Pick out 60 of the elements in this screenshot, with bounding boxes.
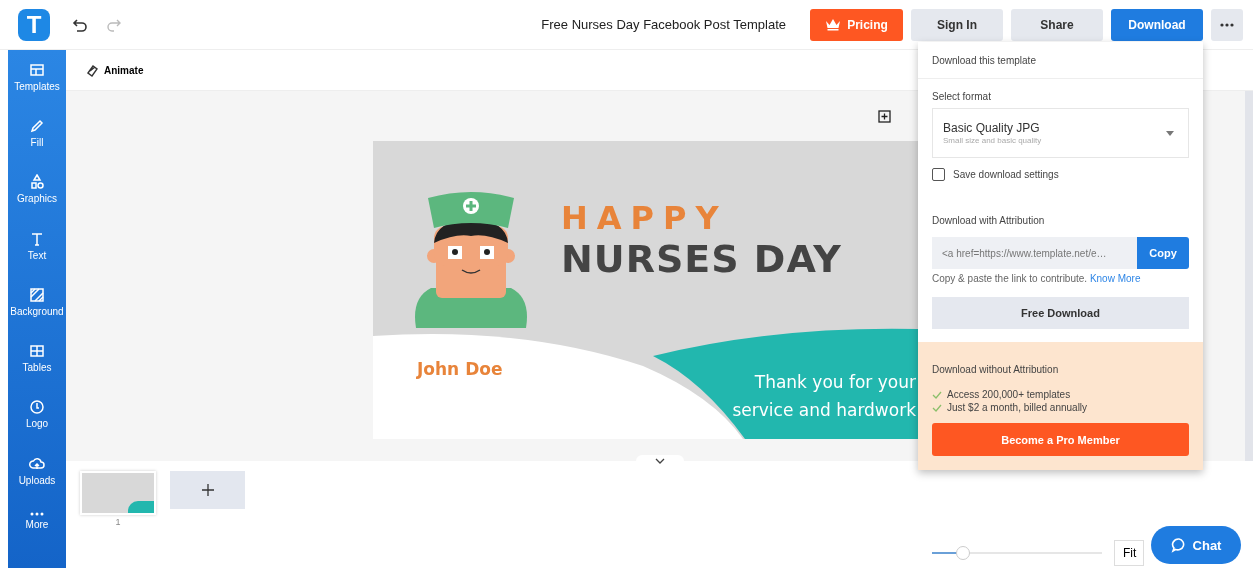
page-thumbnail[interactable] [80, 471, 156, 515]
more-icon [29, 511, 45, 516]
know-more-link[interactable]: Know More [1089, 273, 1141, 284]
design-canvas[interactable]: HAPPY NURSES DAY John Doe Thank you for your service and hardwork [373, 141, 918, 439]
dropdown-caret-icon [1166, 130, 1174, 136]
attribution-title: Download with Attribution [932, 215, 1046, 226]
undo-icon[interactable] [72, 16, 88, 33]
attribution-code-field[interactable]: <a href=https://www.template.net/e… [932, 237, 1137, 269]
more-button[interactable] [1211, 8, 1243, 41]
logo-icon [29, 399, 45, 416]
sidebar-item[interactable]: Templates [8, 62, 66, 119]
plus-icon [200, 483, 215, 497]
sidebar-item[interactable]: Uploads [8, 455, 66, 512]
more-icon [1220, 22, 1234, 27]
copy-button[interactable]: Copy [1137, 237, 1189, 269]
scrollbar[interactable] [1245, 91, 1253, 461]
save-settings-checkbox[interactable] [932, 168, 945, 181]
animate-icon [86, 63, 99, 77]
crown-icon [825, 18, 842, 31]
templates-icon [29, 62, 45, 78]
app-logo[interactable]: T [18, 8, 50, 41]
pricing-button[interactable]: Pricing [810, 8, 903, 41]
attribution-hint: Copy & paste the link to contribute. [932, 273, 1088, 284]
chevron-down-icon [655, 458, 665, 464]
sidebar-item[interactable]: Fill [8, 118, 66, 175]
fit-button[interactable]: Fit [1114, 540, 1144, 566]
pro-title: Download without Attribution [932, 364, 1060, 375]
sidebar-item[interactable]: Tables [8, 343, 66, 400]
format-dropdown[interactable]: Basic Quality JPG Small size and basic quality [932, 108, 1189, 158]
design-message-line[interactable]: Thank you for your [754, 368, 916, 396]
sidebar-item[interactable]: Graphics [8, 174, 66, 231]
add-square-icon[interactable] [878, 110, 891, 123]
pencil-icon [29, 118, 45, 135]
share-button[interactable]: Share [1011, 8, 1103, 41]
panel-title: Download this template [918, 42, 1203, 79]
design-message-line[interactable]: service and hardwork [732, 396, 916, 424]
chat-bubble-icon [1170, 537, 1187, 553]
background-icon [29, 286, 45, 303]
format-label: Select format [932, 91, 992, 102]
text-icon [29, 230, 45, 247]
chat-button[interactable]: Chat [1151, 526, 1241, 564]
sign-in-button[interactable]: Sign In [911, 8, 1003, 41]
benefit-text: Access 200,000+ templates [947, 389, 1071, 400]
download-button[interactable]: Download [1111, 8, 1203, 41]
become-pro-button[interactable]: Become a Pro Member [932, 423, 1189, 456]
table-icon [29, 343, 45, 360]
sidebar-item[interactable]: Text [8, 230, 66, 287]
upload-cloud-icon [29, 455, 45, 472]
free-download-button[interactable]: Free Download [932, 297, 1189, 329]
sidebar-item[interactable]: More [8, 511, 66, 568]
benefit-text: Just $2 a month, billed annually [947, 402, 1088, 413]
shapes-icon [29, 174, 45, 191]
sidebar-item[interactable]: Background [8, 286, 66, 344]
animate-button[interactable]: Animate [86, 63, 144, 77]
page-number: 1 [115, 517, 121, 527]
sidebar-item[interactable]: Logo [8, 399, 66, 456]
design-heading[interactable]: NURSES DAY [561, 237, 842, 281]
checkbox-label[interactable]: Save download settings [953, 169, 1059, 180]
design-name-text[interactable]: John Doe [417, 359, 503, 379]
document-title: Free Nurses Day Facebook Post Template [541, 17, 786, 32]
